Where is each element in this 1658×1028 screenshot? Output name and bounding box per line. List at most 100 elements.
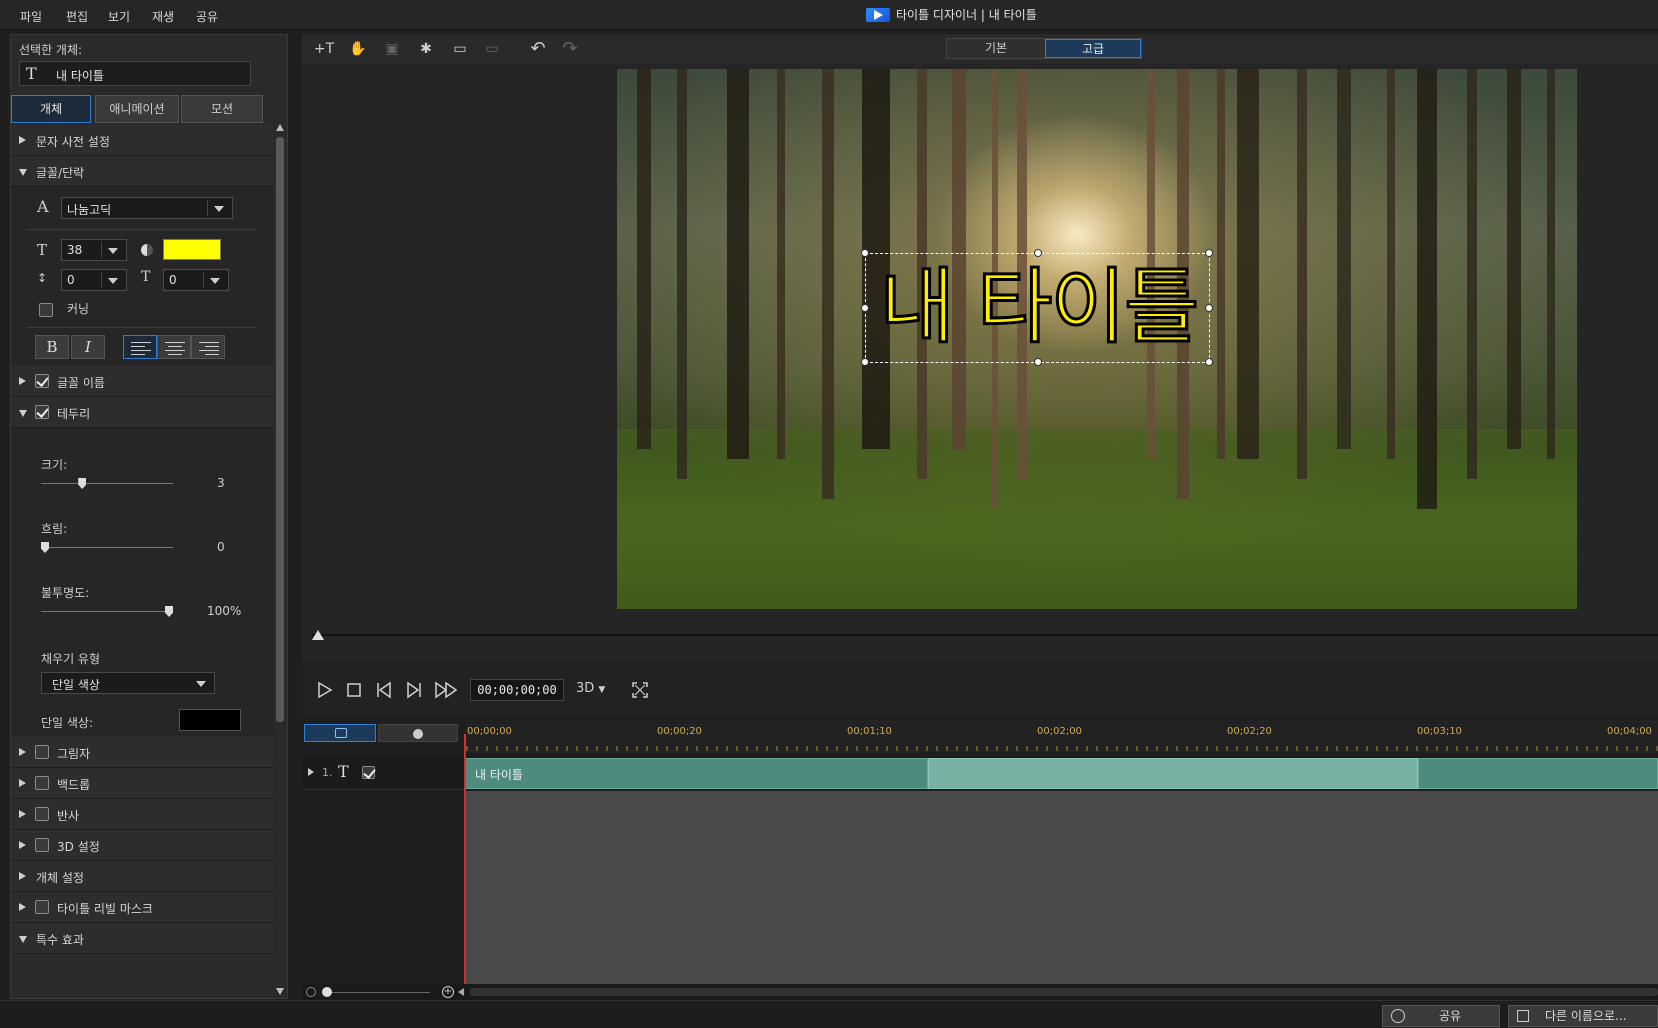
insert-text-icon[interactable]: +T: [310, 38, 338, 60]
scroll-up-icon[interactable]: [276, 124, 284, 131]
shadow-checkbox[interactable]: [35, 745, 49, 759]
resize-handle[interactable]: [1205, 249, 1213, 257]
align-center-button[interactable]: [157, 335, 191, 359]
align-left-button[interactable]: [123, 335, 157, 359]
track-enable-checkbox[interactable]: [362, 766, 375, 779]
seek-thumb[interactable]: [312, 630, 324, 640]
fast-forward-icon[interactable]: [434, 680, 458, 700]
tab-object[interactable]: 개체: [11, 95, 91, 123]
play-icon[interactable]: [314, 680, 334, 700]
insert-particle-icon[interactable]: ✋: [344, 38, 372, 60]
border-checkbox[interactable]: [35, 405, 49, 419]
timeline-marker-button[interactable]: [378, 724, 458, 742]
fill-type-dropdown[interactable]: 단일 색상: [41, 672, 215, 694]
resize-handle[interactable]: [1034, 358, 1042, 366]
border-blur-slider-track: [41, 547, 173, 548]
menu-file[interactable]: 파일: [20, 8, 42, 25]
title-object-bounding-box[interactable]: 내 타이틀: [861, 249, 1213, 366]
save-as-button[interactable]: 다른 이름으로...: [1508, 1005, 1658, 1027]
timeline-header: [302, 724, 464, 746]
section-shadow[interactable]: 그림자: [11, 737, 273, 768]
timeline-h-scrollbar[interactable]: [470, 988, 1658, 996]
preview-canvas[interactable]: 내 타이틀: [617, 69, 1577, 609]
expand-track-icon[interactable]: [308, 768, 314, 776]
mode-basic-button[interactable]: 기본: [947, 39, 1045, 58]
border-opacity-slider[interactable]: [165, 606, 173, 617]
zoom-in-icon[interactable]: +: [442, 986, 454, 998]
resize-handle[interactable]: [1205, 358, 1213, 366]
section-border[interactable]: 테두리: [11, 397, 273, 428]
section-font-paragraph[interactable]: 글꼴/단락: [11, 156, 273, 187]
tab-motion[interactable]: 모션: [181, 95, 263, 123]
tab-animation[interactable]: 애니메이션: [95, 95, 179, 123]
kerning-checkbox[interactable]: [39, 303, 53, 317]
font-name-checkbox[interactable]: [35, 374, 49, 388]
mode-advanced-button[interactable]: 고급: [1045, 39, 1141, 58]
section-reflection[interactable]: 반사: [11, 799, 273, 830]
section-char-preset[interactable]: 문자 사전 설정: [11, 125, 273, 156]
align-right-button[interactable]: [191, 335, 225, 359]
border-color-swatch[interactable]: [179, 709, 241, 731]
timeline-ruler[interactable]: 00;00;00 00;00;20 00;01;10 00;02;00 00;02;20…: [465, 720, 1658, 752]
resize-handle[interactable]: [1205, 304, 1213, 312]
timecode-display[interactable]: 00;00;00;00: [470, 679, 564, 701]
scroll-left-icon[interactable]: [458, 988, 464, 996]
insert-image-icon[interactable]: ▣: [378, 38, 406, 60]
zoom-slider[interactable]: [322, 987, 332, 997]
reveal-mask-checkbox[interactable]: [35, 900, 49, 914]
background-icon[interactable]: ▭: [446, 38, 474, 60]
prev-frame-icon[interactable]: [374, 680, 394, 700]
char-spacing-dropdown[interactable]: 0: [163, 269, 229, 291]
font-size-dropdown[interactable]: 38: [61, 239, 127, 261]
panel-scrollbar[interactable]: [273, 121, 287, 998]
3d-settings-checkbox[interactable]: [35, 838, 49, 852]
line-spacing-dropdown[interactable]: 0: [61, 269, 127, 291]
insert-effect-icon[interactable]: ✱: [412, 38, 440, 60]
tree-trunk: [1417, 69, 1437, 509]
bold-button[interactable]: B: [35, 335, 69, 359]
next-frame-icon[interactable]: [404, 680, 424, 700]
playhead[interactable]: [464, 734, 466, 984]
section-object-settings[interactable]: 개체 설정: [11, 861, 273, 892]
tree-trunk: [1547, 69, 1555, 459]
resize-handle[interactable]: [861, 249, 869, 257]
border-blur-slider[interactable]: [41, 542, 49, 553]
title-clip-in[interactable]: 내 타이틀: [465, 758, 928, 789]
menu-edit[interactable]: 편집: [66, 8, 88, 25]
timeline-snap-button[interactable]: [304, 724, 376, 742]
seek-bar[interactable]: [312, 634, 1658, 636]
scroll-thumb[interactable]: [276, 137, 284, 722]
3d-mode-dropdown[interactable]: 3D ▼: [576, 681, 605, 696]
share-button[interactable]: 공유: [1382, 1005, 1500, 1027]
title-object-text[interactable]: 내 타이틀: [866, 254, 1211, 364]
resize-handle[interactable]: [861, 304, 869, 312]
resize-handle[interactable]: [861, 358, 869, 366]
reflection-checkbox[interactable]: [35, 807, 49, 821]
undo-icon[interactable]: ↶: [524, 38, 552, 60]
layer-icon[interactable]: ▭: [478, 38, 506, 60]
section-font-name[interactable]: 글꼴 이름: [11, 366, 273, 397]
section-backdrop[interactable]: 백드롭: [11, 768, 273, 799]
redo-icon[interactable]: ↷: [556, 38, 584, 60]
font-color-swatch[interactable]: [163, 239, 221, 260]
ruler-tick-label: 00;03;10: [1417, 726, 1462, 737]
section-3d-settings[interactable]: 3D 설정: [11, 830, 273, 861]
menu-play[interactable]: 재생: [152, 8, 174, 25]
title-clip-body[interactable]: [928, 758, 1418, 789]
backdrop-checkbox[interactable]: [35, 776, 49, 790]
fullscreen-icon[interactable]: [630, 680, 650, 700]
menu-view[interactable]: 보기: [108, 8, 130, 25]
section-reveal-mask[interactable]: 타이틀 리빌 마스크: [11, 892, 273, 923]
italic-button[interactable]: I: [71, 335, 105, 359]
menu-share[interactable]: 공유: [196, 8, 218, 25]
font-family-dropdown[interactable]: 나눔고딕: [61, 197, 233, 219]
section-special-fx[interactable]: 특수 효과: [11, 923, 273, 954]
zoom-out-icon[interactable]: [306, 987, 316, 997]
resize-handle[interactable]: [1034, 249, 1042, 257]
stop-icon[interactable]: [344, 680, 364, 700]
scroll-down-icon[interactable]: [276, 988, 284, 995]
title-clip-out[interactable]: [1418, 758, 1658, 789]
color-icon: [141, 244, 153, 256]
border-size-slider[interactable]: [78, 478, 87, 489]
char-spacing-value: 0: [169, 273, 177, 287]
